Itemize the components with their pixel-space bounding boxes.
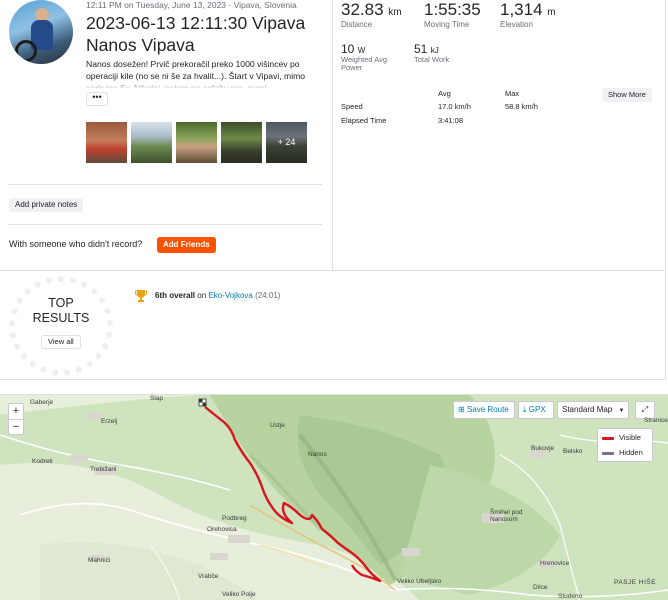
map-terrain [0,395,668,600]
photo-thumbnail-more[interactable]: + 24 [266,122,307,163]
stat-total-work: 51 kJ Total Work [414,42,450,64]
map-place-label: Gaberje [30,399,54,406]
map-place-label: Nanos [308,451,327,458]
photos-more-count: + 24 [266,122,307,163]
stat-elevation: 1,314 m Elevation [500,0,556,29]
elapsed-avg: 3:41:08 [438,116,464,125]
chevron-down-icon: ▼ [618,408,625,414]
map-place-label: Stranice [644,417,668,424]
map-place-label: Studeno [558,593,583,600]
map-place-label: Podbreg [222,515,247,522]
save-route-button[interactable]: ⊞ Save Route [453,401,515,419]
avatar[interactable] [9,0,73,64]
download-icon: ⤓ [523,405,527,414]
legend-hidden: Hidden [602,448,643,457]
col-max-header: Max [505,89,520,98]
laurel-badge [9,276,113,376]
activity-meta: 12:11 PM on Tuesday, June 13, 2023 · Vip… [86,0,297,10]
photo-thumbnail[interactable] [176,122,217,163]
stat-weighted-power: 10 W Weighted Avg Power [341,42,388,72]
view-all-button[interactable]: View all [41,335,81,349]
map-place-label: Šmihel pod Nanosom [490,509,523,523]
zoom-in-button[interactable]: + [9,404,23,419]
map-type-dropdown[interactable]: Standard Map ▼ [557,401,629,419]
map-place-label: Dilce [533,584,548,591]
map-place-label: Orehovica [207,526,237,533]
legend-visible: Visible [602,433,641,442]
add-private-notes-button[interactable]: Add private notes [9,198,84,212]
trophy-icon [135,290,147,302]
stat-distance: 32.83 km Distance [341,0,402,29]
map-place-label: Trebižani [90,466,117,473]
map-place-label: Erzelj [101,418,118,425]
map-place-label: Belsko [563,448,583,455]
speed-max: 58.8 km/h [505,102,538,111]
photo-thumbnail[interactable] [221,122,262,163]
fullscreen-icon: ⤢ [641,405,649,414]
route-map[interactable]: + − ⊞ Save Route ⤓ GPX Standard Map ▼ ⤢ … [0,394,668,600]
top-results-heading: TOP RESULTS [32,296,90,325]
map-place-label: Mahniči [88,557,111,564]
map-place-label: PASJE HIŠE [614,579,657,586]
elapsed-label: Elapsed Time [341,116,387,125]
friends-prompt: With someone who didn't record? [9,239,143,249]
segment-link[interactable]: Eko-Vojkova [208,291,252,300]
map-place-label: Bukovje [531,445,555,452]
map-place-label: Veliko Ubeljsko [397,578,442,585]
achievement-entry: 6th overall on Eko-Vojkova (24:01) [155,291,281,300]
zoom-out-button[interactable]: − [9,420,23,435]
stat-moving-time: 1:55:35 Moving Time [424,0,481,29]
map-place-label: Veliko Polje [222,591,256,598]
map-legend: Visible Hidden [597,428,653,462]
map-place-label: Vrabče [198,573,219,580]
col-avg-header: Avg [438,89,451,98]
map-place-label: Kodreti [32,458,53,465]
speed-avg: 17.0 km/h [438,102,471,111]
map-place-label: Slap [150,395,164,402]
map-place-label: Ustje [270,422,285,429]
add-friends-button[interactable]: Add Friends [157,237,216,253]
zoom-control: + − [8,403,24,435]
speed-label: Speed [341,102,363,111]
activity-summary: 12:11 PM on Tuesday, June 13, 2023 · Vip… [0,0,333,270]
gpx-download-button[interactable]: ⤓ GPX [518,401,554,419]
map-place-label: Hrenovice [540,560,570,567]
show-more-button[interactable]: Show More [602,88,652,102]
activity-card: 12:11 PM on Tuesday, June 13, 2023 · Vip… [0,0,666,380]
photo-thumbnail[interactable] [86,122,127,163]
save-route-icon: ⊞ [458,405,465,414]
activity-title: 2023-06-13 12:11:30 Vipava Nanos Vipava [86,13,306,55]
more-button[interactable]: ••• [86,92,108,106]
photo-thumbnail[interactable] [131,122,172,163]
activity-stats [333,0,666,270]
